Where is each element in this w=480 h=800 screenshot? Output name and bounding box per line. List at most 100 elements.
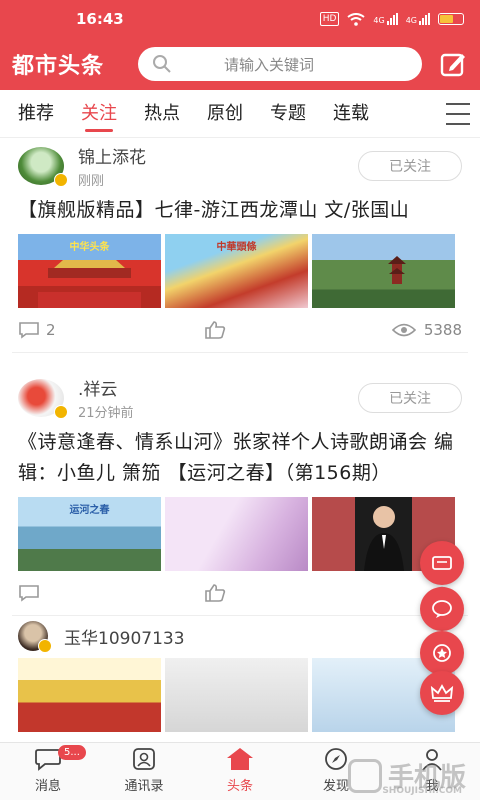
medal-icon (433, 644, 451, 662)
nav-messages[interactable]: 5... 消息 (0, 743, 96, 800)
home-icon (225, 746, 255, 772)
search-placeholder: 请输入关键词 (224, 55, 315, 74)
feed-post[interactable]: 玉华10907133 (0, 616, 480, 732)
thumbnail-image[interactable]: 中华头条 (18, 234, 161, 308)
author-name[interactable]: 锦上添花 (78, 143, 146, 168)
nav-label: 通讯录 (124, 779, 164, 794)
newspaper-icon (432, 556, 452, 570)
thumbnail-image[interactable] (165, 658, 308, 732)
post-time: 21分钟前 (78, 406, 134, 421)
header: 都市头条 请输入关键词 (0, 38, 480, 90)
thumbs-up-icon (205, 584, 226, 602)
tiananmen-illustration (38, 260, 141, 308)
thumbnail-caption: 运河之春 (69, 505, 110, 516)
author-meta: .祥云 21分钟前 (78, 375, 134, 421)
watermark: 手机版 SHOUJISHI.COM (347, 757, 466, 796)
thumbs-up-icon (205, 321, 226, 339)
network-type-1: 4G (373, 16, 385, 25)
edit-icon (440, 53, 465, 77)
tab-serial[interactable]: 连载 (333, 90, 369, 138)
post-title[interactable]: 《诗意逢春、情系山河》张家祥个人诗歌朗诵会 编辑：小鱼儿 箫笳 【运河之春】（第… (18, 427, 462, 489)
avatar[interactable] (18, 621, 52, 653)
view-count-value: 5388 (423, 321, 462, 339)
comment-button[interactable] (18, 584, 46, 602)
comment-icon (19, 585, 39, 602)
follow-button[interactable]: 已关注 (358, 151, 462, 181)
thumbnail-image[interactable] (312, 234, 455, 308)
post-time: 刚刚 (78, 174, 105, 189)
feed-post[interactable]: 锦上添花 刚刚 已关注 【旗舰版精品】七律-游江西龙潭山 文/张国山 中华头条 … (0, 139, 480, 352)
floating-medal-button[interactable] (420, 631, 464, 675)
thumbnail-image[interactable] (18, 658, 161, 732)
post-stats: 2 5388 (18, 308, 462, 352)
category-tabs: 推荐 关注 热点 原创 专题 连载 (0, 90, 480, 138)
nav-label: 消息 (34, 779, 61, 794)
battery-icon (438, 13, 464, 25)
verified-badge-icon (54, 405, 68, 419)
thumbnail-image[interactable]: 运河之春 (18, 497, 161, 571)
search-input[interactable]: 请输入关键词 (138, 47, 422, 81)
floating-news-button[interactable] (420, 541, 464, 585)
message-badge: 5... (58, 745, 86, 760)
post-thumbnails (18, 658, 462, 732)
nav-headlines[interactable]: 头条 (192, 743, 288, 800)
post-title[interactable]: 【旗舰版精品】七律-游江西龙潭山 文/张国山 (18, 195, 462, 226)
author-name[interactable]: 玉华10907133 (64, 624, 185, 649)
network-type-2: 4G (405, 16, 417, 25)
tabs-menu-icon[interactable] (446, 103, 470, 125)
app: 16:43 HD 4G 4G 都市头条 请输入关键词 推荐 关注 热点 原创 专… (0, 0, 480, 800)
author-row: .祥云 21分钟前 已关注 (18, 371, 462, 425)
compass-icon (321, 746, 351, 772)
tab-following[interactable]: 关注 (81, 90, 117, 138)
thumbnail-image[interactable] (165, 497, 308, 571)
author-name[interactable]: .祥云 (78, 375, 134, 400)
floating-crown-button[interactable] (420, 671, 464, 715)
feed: 锦上添花 刚刚 已关注 【旗舰版精品】七律-游江西龙潭山 文/张国山 中华头条 … (0, 139, 480, 742)
search-icon (153, 55, 171, 73)
tab-topics[interactable]: 专题 (270, 90, 306, 138)
contacts-icon (129, 746, 159, 772)
post-stats (18, 571, 462, 615)
signal-icon-1: 4G (373, 13, 398, 25)
hd-icon: HD (319, 12, 340, 26)
status-bar: 16:43 HD 4G 4G (0, 0, 480, 38)
nav-contacts[interactable]: 通讯录 (96, 743, 192, 800)
signal-icon-2: 4G (406, 13, 430, 25)
view-count: 5388 (391, 321, 462, 339)
author-meta: 锦上添花 刚刚 (78, 143, 146, 189)
verified-badge-icon (54, 173, 68, 187)
pagoda-illustration (388, 256, 406, 284)
nav-label: 头条 (226, 779, 253, 794)
like-button[interactable] (204, 320, 226, 344)
avatar[interactable] (18, 379, 68, 419)
comment-button[interactable]: 2 (18, 321, 56, 339)
author-meta: 玉华10907133 (64, 624, 185, 649)
comment-icon (19, 322, 39, 339)
thumbnail-image[interactable]: 中華頭條 (165, 234, 308, 308)
verified-badge-icon (38, 639, 52, 653)
watermark-logo-icon (347, 758, 382, 793)
author-row: 玉华10907133 (18, 616, 462, 656)
floating-chat-button[interactable] (420, 587, 464, 631)
top-bar: 16:43 HD 4G 4G 都市头条 请输入关键词 (0, 0, 480, 90)
eye-icon (391, 323, 416, 337)
tab-original[interactable]: 原创 (207, 90, 243, 138)
tab-hot[interactable]: 热点 (144, 90, 180, 138)
divider (12, 352, 468, 353)
watermark-subtext: SHOUJISHI.COM (382, 786, 462, 796)
follow-button[interactable]: 已关注 (358, 383, 462, 413)
crown-icon (430, 684, 454, 702)
feed-post[interactable]: .祥云 21分钟前 已关注 《诗意逢春、情系山河》张家祥个人诗歌朗诵会 编辑：小… (0, 371, 480, 615)
status-icons: HD 4G 4G (319, 12, 464, 26)
like-button[interactable] (204, 583, 226, 607)
avatar[interactable] (18, 147, 68, 187)
tab-recommend[interactable]: 推荐 (18, 90, 54, 138)
app-title: 都市头条 (12, 54, 105, 79)
comment-count: 2 (46, 321, 56, 339)
author-row: 锦上添花 刚刚 已关注 (18, 139, 462, 193)
post-thumbnails: 中华头条 中華頭條 (18, 234, 462, 308)
thumbnail-caption: 中華頭條 (216, 242, 257, 253)
nav-label: 发现 (322, 779, 349, 794)
status-time: 16:43 (76, 10, 124, 28)
compose-button[interactable] (438, 49, 468, 79)
